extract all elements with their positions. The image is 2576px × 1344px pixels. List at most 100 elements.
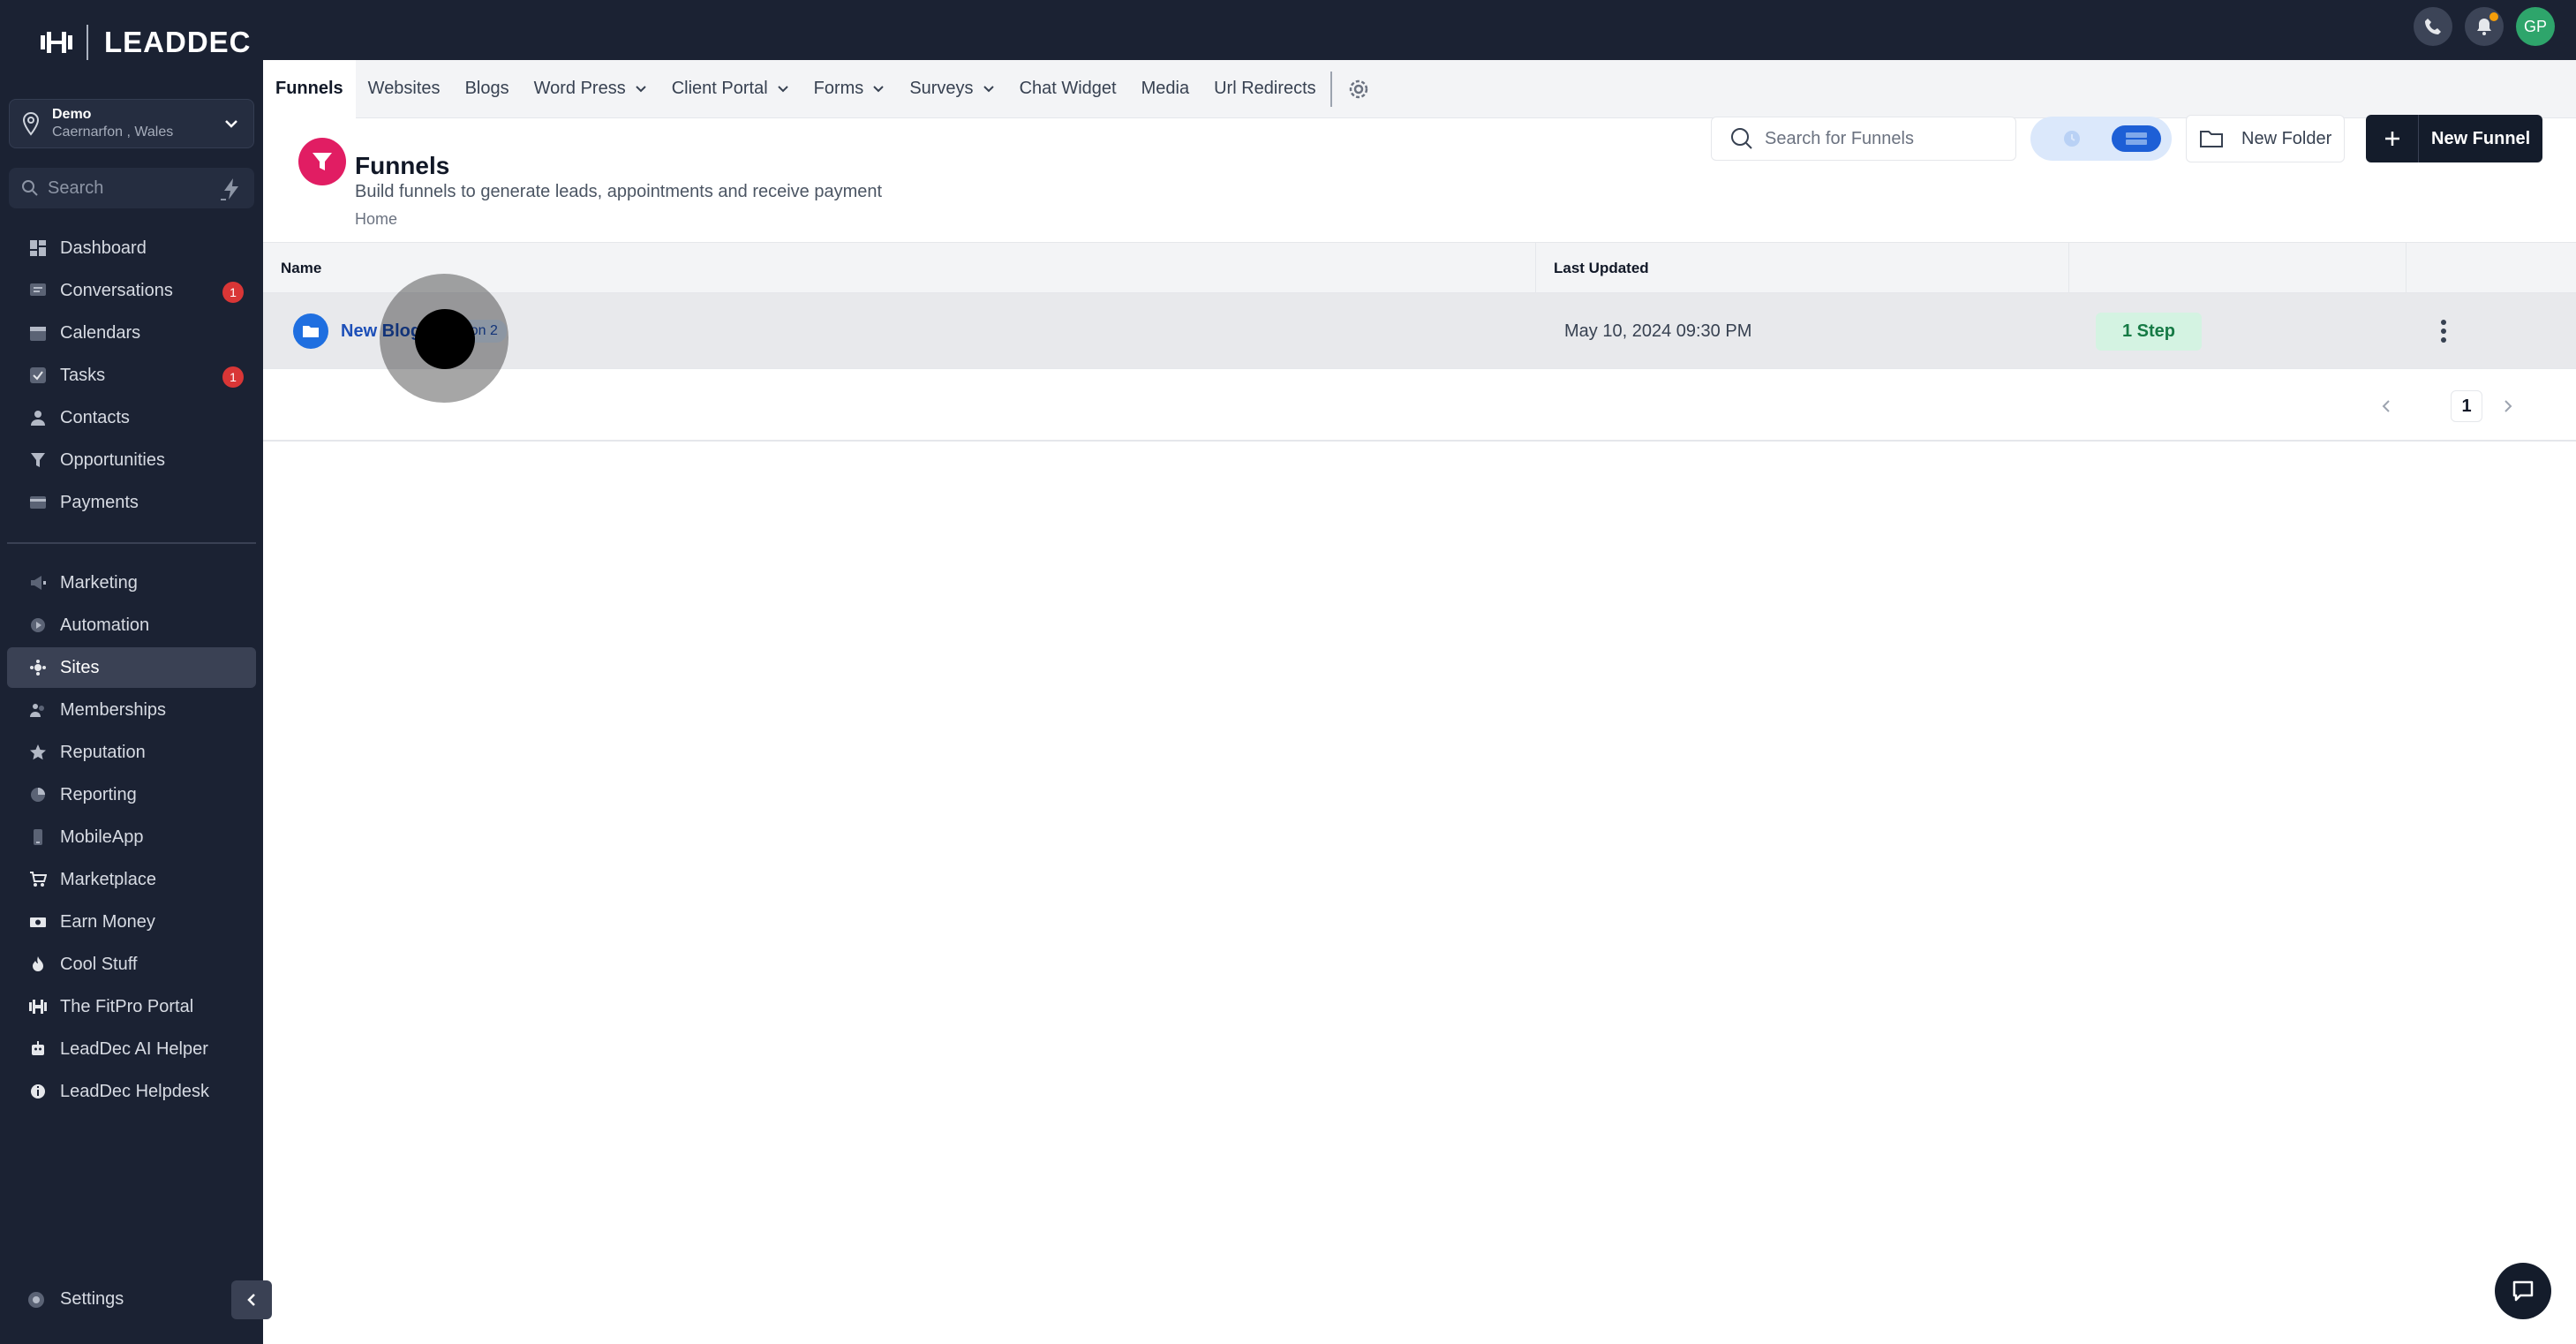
more-options-icon[interactable] — [2440, 318, 2447, 344]
sidebar-item-label: Payments — [60, 492, 139, 512]
location-name: Demo — [52, 107, 92, 122]
top-bar: GP — [263, 0, 2576, 60]
list-view-button[interactable] — [2112, 125, 2161, 152]
sidebar-item-reporting[interactable]: Reporting — [7, 774, 256, 815]
sidebar-item-label: Earn Money — [60, 911, 155, 932]
breadcrumb[interactable]: Home — [355, 210, 397, 229]
sidebar-item-marketplace[interactable]: Marketplace — [7, 859, 256, 900]
sidebar-item-reputation[interactable]: Reputation — [7, 732, 256, 773]
notification-dot — [2489, 12, 2498, 21]
chevron-down-icon — [777, 85, 788, 92]
column-header-actions — [2407, 243, 2576, 294]
column-header-label: Last Updated — [1554, 260, 1649, 276]
map-pin-icon — [22, 111, 40, 136]
view-toggle[interactable] — [2030, 117, 2172, 161]
phone-icon — [28, 827, 48, 847]
settings-icon — [28, 1291, 44, 1308]
sidebar-item-contacts[interactable]: Contacts — [7, 397, 256, 438]
chat-icon — [28, 281, 48, 300]
tab-websites[interactable]: Websites — [356, 60, 453, 118]
sidebar-item-label: Cool Stuff — [60, 954, 138, 974]
clock-view-icon[interactable] — [2062, 129, 2082, 148]
tab-funnels[interactable]: Funnels — [263, 59, 356, 118]
phone-button[interactable] — [2414, 7, 2452, 46]
sidebar-nav-secondary: Marketing Automation Sites Memberships R… — [7, 563, 256, 1114]
dumbbell-icon — [28, 997, 48, 1016]
sidebar-item-automation[interactable]: Automation — [7, 605, 256, 646]
notifications-button[interactable] — [2465, 7, 2504, 46]
search-placeholder: Search for Funnels — [1765, 128, 1914, 148]
new-funnel-button[interactable]: New Funnel — [2366, 115, 2542, 162]
gear-icon[interactable] — [1346, 77, 1371, 102]
chat-support-button[interactable] — [2495, 1263, 2551, 1319]
sidebar-item-opportunities[interactable]: Opportunities — [7, 440, 256, 480]
next-page-button[interactable] — [2491, 390, 2523, 422]
phone-call-icon — [2425, 19, 2441, 34]
search-icon — [22, 180, 38, 196]
sidebar-item-mobileapp[interactable]: MobileApp — [7, 817, 256, 857]
subnav-divider — [1329, 71, 1332, 107]
new-folder-label: New Folder — [2241, 128, 2332, 148]
tab-label: Forms — [813, 79, 864, 98]
page-number-button[interactable]: 1 — [2451, 390, 2482, 422]
check-icon — [28, 366, 48, 385]
collapse-sidebar-button[interactable] — [231, 1280, 272, 1319]
new-folder-button[interactable]: New Folder — [2186, 115, 2345, 162]
tab-url-redirects[interactable]: Url Redirects — [1201, 60, 1329, 118]
sidebar: LEADDEC Demo Caernarfon , Wales Search D… — [0, 0, 272, 1344]
sidebar-item-helpdesk[interactable]: LeadDec Helpdesk — [7, 1071, 256, 1112]
search-input[interactable]: Search for Funnels — [1711, 117, 2016, 161]
click-indicator-dot — [415, 309, 475, 369]
tab-label: Media — [1141, 79, 1190, 98]
chevron-left-icon — [247, 1294, 255, 1306]
tab-media[interactable]: Media — [1129, 60, 1201, 118]
sidebar-item-dashboard[interactable]: Dashboard — [7, 228, 256, 268]
brand-name: LEADDEC — [104, 26, 252, 58]
megaphone-icon — [28, 573, 48, 593]
tab-blogs[interactable]: Blogs — [453, 60, 522, 118]
sidebar-item-tasks[interactable]: Tasks 1 — [7, 355, 256, 396]
sidebar-item-label: Reporting — [60, 784, 137, 804]
sidebar-nav-primary: Dashboard Conversations 1 Calendars Task… — [7, 228, 256, 525]
cart-icon — [28, 870, 48, 889]
column-header-last-updated[interactable]: Last Updated — [1536, 243, 2069, 294]
tab-forms[interactable]: Forms — [802, 60, 898, 118]
automation-icon — [28, 615, 48, 635]
funnels-table: Name Last Updated New Blog Version 2 May… — [263, 242, 2576, 369]
table-row[interactable]: New Blog Version 2 May 10, 2024 09:30 PM… — [263, 293, 2576, 369]
sidebar-item-label: MobileApp — [60, 827, 144, 847]
tab-surveys[interactable]: Surveys — [897, 60, 1006, 118]
sidebar-item-earn-money[interactable]: Earn Money — [7, 902, 256, 942]
previous-page-button[interactable] — [2371, 390, 2403, 422]
chart-icon — [28, 785, 48, 804]
chevron-down-icon — [873, 85, 885, 92]
chevron-right-icon — [2504, 400, 2512, 412]
tab-label: Blogs — [464, 79, 509, 98]
sidebar-item-memberships[interactable]: Memberships — [7, 690, 256, 730]
tab-word-press[interactable]: Word Press — [522, 60, 659, 118]
sidebar-item-marketing[interactable]: Marketing — [7, 563, 256, 603]
sidebar-item-sites[interactable]: Sites — [7, 647, 256, 688]
sidebar-item-settings[interactable]: Settings — [26, 1289, 124, 1310]
user-avatar[interactable]: GP — [2516, 7, 2555, 46]
sidebar-item-cool-stuff[interactable]: Cool Stuff — [7, 944, 256, 985]
tab-label: Chat Widget — [1019, 79, 1117, 98]
sidebar-item-ai-helper[interactable]: LeadDec AI Helper — [7, 1029, 256, 1069]
tab-client-portal[interactable]: Client Portal — [659, 60, 802, 118]
location-switcher[interactable]: Demo Caernarfon , Wales — [9, 99, 254, 148]
sidebar-search[interactable]: Search — [9, 168, 254, 208]
tab-chat-widget[interactable]: Chat Widget — [1007, 60, 1129, 118]
lightning-icon[interactable] — [219, 177, 244, 201]
dashboard-icon — [28, 238, 48, 258]
unread-badge: 1 — [222, 282, 244, 303]
tab-label: Url Redirects — [1214, 79, 1316, 98]
task-badge: 1 — [222, 366, 244, 388]
brand-logo[interactable]: LEADDEC — [39, 21, 252, 64]
sidebar-item-fitpro-portal[interactable]: The FitPro Portal — [7, 986, 256, 1027]
sidebar-item-label: Conversations — [60, 280, 173, 300]
chevron-left-icon — [2382, 400, 2390, 412]
sidebar-item-conversations[interactable]: Conversations 1 — [7, 270, 256, 311]
sidebar-item-calendars[interactable]: Calendars — [7, 313, 256, 353]
sidebar-item-label: Calendars — [60, 322, 141, 343]
sidebar-item-payments[interactable]: Payments — [7, 482, 256, 523]
